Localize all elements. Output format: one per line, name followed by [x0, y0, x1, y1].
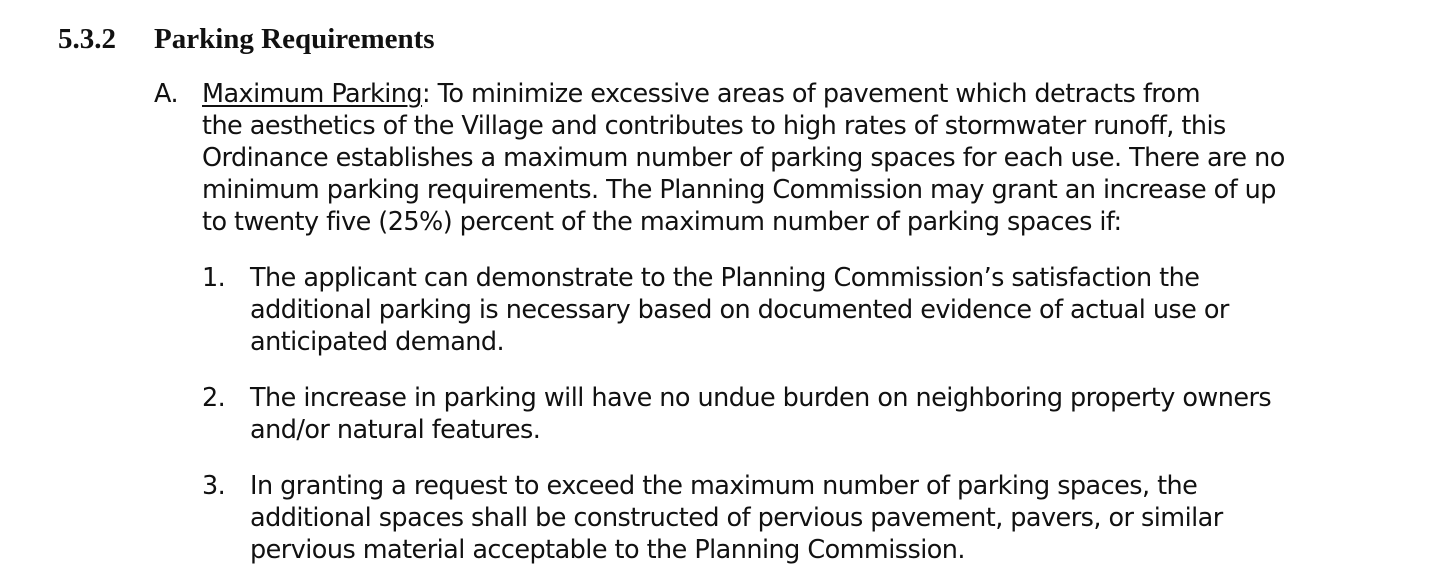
- paragraph-line: the aesthetics of the Village and contri…: [202, 111, 1226, 141]
- paragraph-line: The increase in parking will have no und…: [250, 383, 1272, 413]
- list-item-text: The applicant can demonstrate to the Pla…: [250, 262, 1229, 358]
- subsection-a-marker: A.: [154, 79, 179, 109]
- list-item-marker: 2.: [202, 383, 226, 413]
- section-number: 5.3.2: [58, 23, 116, 55]
- paragraph-line: anticipated demand.: [250, 327, 505, 357]
- subsection-a-paragraph: Maximum Parking: To minimize excessive a…: [202, 78, 1285, 238]
- paragraph-line: Ordinance establishes a maximum number o…: [202, 143, 1285, 173]
- paragraph-line: The applicant can demonstrate to the Pla…: [250, 263, 1200, 293]
- paragraph-line: to twenty five (25%) percent of the maxi…: [202, 207, 1122, 237]
- paragraph-line: pervious material acceptable to the Plan…: [250, 535, 966, 565]
- term-description: : To minimize excessive areas of pavemen…: [422, 79, 1201, 109]
- list-item-text: The increase in parking will have no und…: [250, 382, 1272, 446]
- paragraph-line: and/or natural features.: [250, 415, 541, 445]
- list-item-marker: 1.: [202, 263, 226, 293]
- paragraph-line: Maximum Parking: To minimize excessive a…: [202, 78, 1285, 110]
- defined-term: Maximum Parking: [202, 79, 423, 109]
- section-title: Parking Requirements: [154, 23, 435, 55]
- paragraph-line: minimum parking requirements. The Planni…: [202, 175, 1276, 205]
- list-item-text: In granting a request to exceed the maxi…: [250, 470, 1223, 566]
- paragraph-line: additional parking is necessary based on…: [250, 295, 1229, 325]
- list-item-marker: 3.: [202, 471, 226, 501]
- section-heading: 5.3.2 Parking Requirements: [58, 20, 435, 58]
- paragraph-line: additional spaces shall be constructed o…: [250, 503, 1223, 533]
- paragraph-line: In granting a request to exceed the maxi…: [250, 471, 1198, 501]
